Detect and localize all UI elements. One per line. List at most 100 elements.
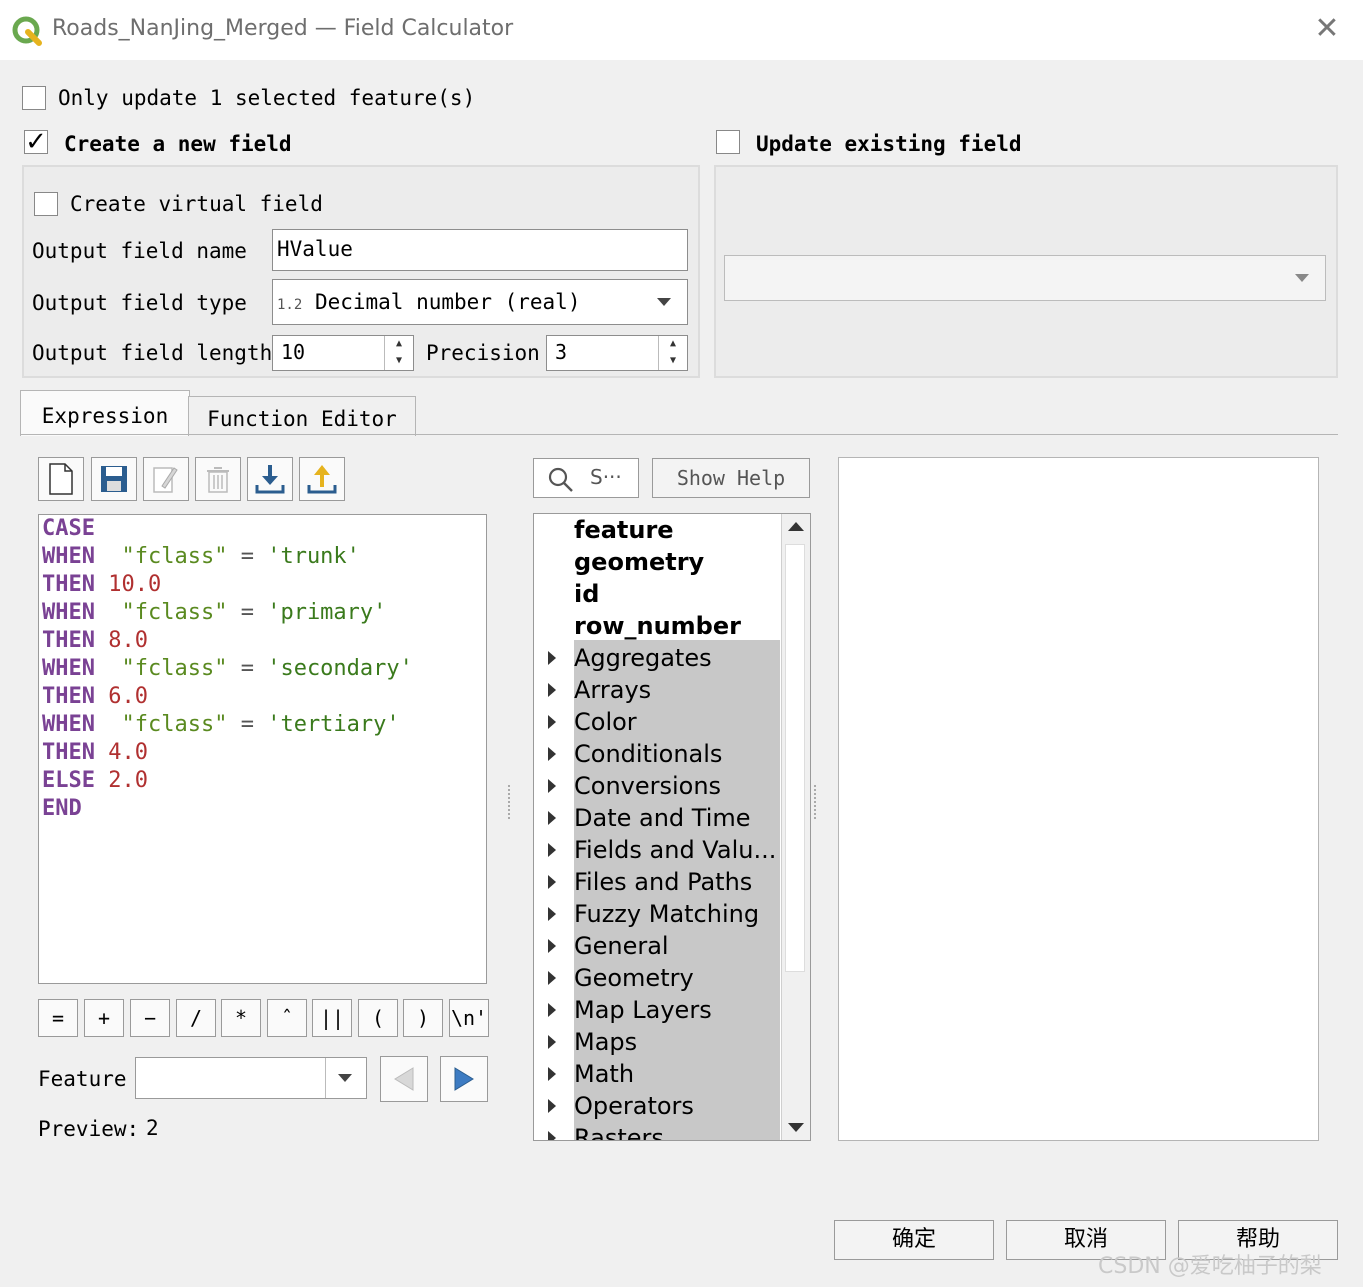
next-feature-button[interactable] — [440, 1056, 488, 1102]
expand-arrow-icon[interactable] — [548, 779, 556, 793]
output-field-name-input[interactable]: HValue — [272, 229, 688, 271]
update-existing-field-checkbox[interactable] — [716, 130, 740, 154]
existing-field-select[interactable] — [724, 255, 1326, 301]
previous-feature-button[interactable] — [380, 1056, 428, 1102]
tree-group[interactable]: Math — [574, 1058, 634, 1090]
tree-group[interactable]: General — [574, 930, 669, 962]
operator-button[interactable]: − — [130, 999, 170, 1037]
tree-item[interactable]: row_number — [574, 610, 741, 642]
tree-item[interactable]: feature — [574, 514, 674, 546]
close-button[interactable]: ✕ — [1312, 14, 1342, 44]
scroll-up-icon[interactable] — [788, 522, 804, 531]
tree-group[interactable]: Conversions — [574, 770, 721, 802]
tree-scrollbar[interactable] — [781, 514, 810, 1140]
expand-arrow-icon[interactable] — [548, 971, 556, 985]
spin-buttons[interactable]: ▲ ▼ — [384, 336, 413, 370]
tree-group[interactable]: Rasters — [574, 1122, 664, 1140]
operator-button[interactable]: + — [84, 999, 124, 1037]
operator-button[interactable]: = — [38, 999, 78, 1037]
output-field-length-value: 10 — [281, 340, 306, 364]
qgis-logo-icon — [12, 16, 42, 46]
expand-arrow-icon[interactable] — [548, 1035, 556, 1049]
expression-editor[interactable]: CASE WHEN "fclass" = 'trunk' THEN 10.0 WHEN… — [38, 514, 487, 984]
create-virtual-field-checkbox[interactable] — [34, 192, 58, 216]
expand-arrow-icon[interactable] — [548, 1067, 556, 1081]
tree-group[interactable]: Geometry — [574, 962, 694, 994]
tree-group[interactable]: Operators — [574, 1090, 694, 1122]
tab-function-editor[interactable]: Function Editor — [188, 396, 416, 436]
scroll-thumb[interactable] — [785, 544, 805, 972]
expand-arrow-icon[interactable] — [548, 715, 556, 729]
scroll-down-icon[interactable] — [788, 1123, 804, 1132]
spin-down-icon[interactable]: ▼ — [659, 353, 687, 370]
expand-arrow-icon[interactable] — [548, 1099, 556, 1113]
splitter-handle[interactable] — [814, 785, 820, 819]
spin-down-icon[interactable]: ▼ — [385, 353, 413, 370]
feature-dropdown-button[interactable] — [325, 1058, 366, 1098]
import-button[interactable] — [247, 457, 293, 501]
expand-arrow-icon[interactable] — [548, 1003, 556, 1017]
code-token: ELSE — [42, 768, 95, 793]
tree-group[interactable]: Map Layers — [574, 994, 712, 1026]
splitter-handle[interactable] — [508, 785, 514, 819]
tree-group[interactable]: Files and Paths — [574, 866, 752, 898]
only-selected-label: Only update 1 selected feature(s) — [58, 86, 476, 110]
expression-code[interactable]: CASE WHEN "fclass" = 'trunk' THEN 10.0 WHEN… — [42, 515, 413, 823]
expand-arrow-icon[interactable] — [548, 939, 556, 953]
operator-button[interactable]: ( — [358, 999, 398, 1037]
code-token: WHEN — [42, 544, 95, 569]
feature-select[interactable] — [135, 1057, 367, 1099]
operator-button[interactable]: / — [176, 999, 216, 1037]
tree-item[interactable]: geometry — [574, 546, 704, 578]
tree-item[interactable]: id — [574, 578, 599, 610]
only-selected-checkbox[interactable] — [22, 86, 46, 110]
chevron-down-icon — [1295, 274, 1309, 282]
expand-arrow-icon[interactable] — [548, 907, 556, 921]
expand-arrow-icon[interactable] — [548, 683, 556, 697]
precision-spinbox[interactable]: 3 ▲ ▼ — [546, 335, 688, 371]
output-field-length-spinbox[interactable]: 10 ▲ ▼ — [272, 335, 414, 371]
tree-group[interactable]: Fields and Valu... — [574, 834, 776, 866]
tree-group[interactable]: Conditionals — [574, 738, 722, 770]
code-line: WHEN "fclass" = 'primary' — [42, 599, 413, 627]
tree-group[interactable]: Aggregates — [574, 642, 712, 674]
function-tree[interactable]: feature geometry id row_number Aggregates Arr… — [533, 513, 811, 1141]
export-button[interactable] — [299, 457, 345, 501]
create-new-field-checkbox[interactable]: ✓ — [24, 129, 48, 155]
operator-button[interactable]: || — [312, 999, 352, 1037]
tree-group[interactable]: Maps — [574, 1026, 637, 1058]
show-help-button[interactable]: Show Help — [652, 458, 810, 498]
expand-arrow-icon[interactable] — [548, 843, 556, 857]
preview-label: Preview: — [38, 1117, 140, 1141]
search-input[interactable]: S··· — [533, 458, 639, 498]
code-line: WHEN "fclass" = 'tertiary' — [42, 711, 413, 739]
operator-button[interactable]: ) — [403, 999, 443, 1037]
function-tree-body: feature geometry id row_number Aggregates Arr… — [534, 514, 782, 1140]
spin-up-icon[interactable]: ▲ — [659, 336, 687, 353]
new-file-button[interactable] — [38, 457, 84, 501]
ok-button[interactable]: 确定 — [834, 1220, 994, 1260]
tree-group[interactable]: Date and Time — [574, 802, 751, 834]
spin-up-icon[interactable]: ▲ — [385, 336, 413, 353]
delete-button[interactable] — [195, 457, 241, 501]
tree-group[interactable]: Fuzzy Matching — [574, 898, 759, 930]
spin-buttons[interactable]: ▲ ▼ — [658, 336, 687, 370]
code-token: 6.0 — [108, 684, 148, 709]
expand-arrow-icon[interactable] — [548, 875, 556, 889]
tree-group[interactable]: Color — [574, 706, 637, 738]
output-field-type-select[interactable]: 1.2 Decimal number (real) — [272, 279, 688, 325]
tab-expression[interactable]: Expression — [20, 390, 190, 436]
expand-arrow-icon[interactable] — [548, 651, 556, 665]
expand-arrow-icon[interactable] — [548, 811, 556, 825]
expand-arrow-icon[interactable] — [548, 747, 556, 761]
operator-button[interactable]: ˆ — [267, 999, 307, 1037]
edit-button[interactable] — [143, 457, 189, 501]
save-button[interactable] — [91, 457, 137, 501]
operator-button[interactable]: * — [221, 999, 261, 1037]
expand-arrow-icon[interactable] — [548, 1131, 556, 1140]
operator-button[interactable]: \n' — [449, 999, 489, 1037]
tree-group[interactable]: Arrays — [574, 674, 651, 706]
